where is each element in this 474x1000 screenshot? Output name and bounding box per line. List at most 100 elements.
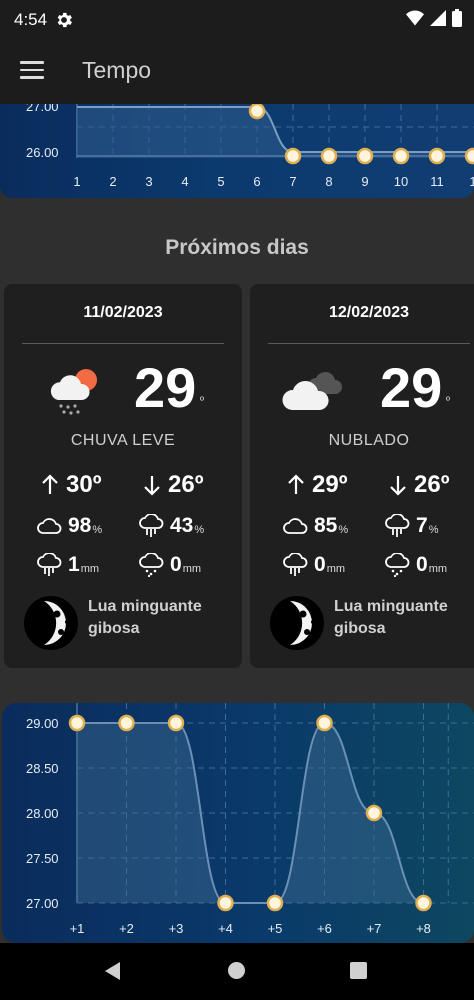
chart-point xyxy=(248,104,266,120)
x-tick-label: 1 xyxy=(73,174,80,189)
arrow-down-icon xyxy=(390,476,406,496)
signal-icon xyxy=(430,10,446,26)
x-tick-label: +5 xyxy=(268,921,283,936)
rain-chance: 7 % xyxy=(384,513,438,539)
status-bar: 4:54 xyxy=(0,0,474,40)
card-temperature: 29 xyxy=(380,356,443,419)
x-tick-label: 1 xyxy=(469,174,474,189)
moon-phase-label: Lua minguante gibosa xyxy=(88,598,202,637)
chart-point xyxy=(365,804,383,822)
card-temperature: 29 xyxy=(134,356,197,419)
system-navigation-bar xyxy=(0,943,474,1000)
day-card[interactable]: 11/02/2023 29 º CHUVA LEVE 30º 26º 98 % … xyxy=(4,284,242,668)
chart-point xyxy=(266,894,284,912)
menu-icon[interactable] xyxy=(20,61,44,81)
y-tick-label: 27.00 xyxy=(26,896,59,911)
recents-button[interactable] xyxy=(350,962,367,979)
humidity: 98 % xyxy=(36,513,102,539)
x-tick-label: 2 xyxy=(109,174,116,189)
arrow-up-icon xyxy=(42,474,58,494)
snow-volume: 0 mm xyxy=(138,552,201,578)
divider xyxy=(268,343,470,344)
rain-sun-icon xyxy=(50,369,97,415)
y-tick-label: 29.00 xyxy=(26,716,59,731)
rain-cloud-icon xyxy=(37,553,62,576)
chart-point xyxy=(415,894,432,912)
chart-point xyxy=(68,714,86,732)
card-condition: NUBLADO xyxy=(328,432,410,449)
x-tick-label: 11 xyxy=(430,174,444,189)
home-button[interactable] xyxy=(228,962,245,979)
rain-chance: 43 % xyxy=(138,513,204,539)
x-tick-label: +3 xyxy=(169,921,184,936)
humidity: 85 % xyxy=(282,513,348,539)
chart-point xyxy=(284,147,302,165)
min-temp: 26º xyxy=(388,471,449,498)
x-tick-label: +8 xyxy=(416,921,431,936)
rain-cloud-icon xyxy=(283,553,308,576)
y-tick-label: 27.50 xyxy=(26,851,59,866)
degree-symbol: º xyxy=(446,395,451,407)
app-title: Tempo xyxy=(82,57,152,83)
x-tick-label: +2 xyxy=(119,921,134,936)
chart-point xyxy=(316,714,333,732)
cloud-icon xyxy=(283,518,308,534)
x-tick-label: +1 xyxy=(70,921,85,936)
y-tick-label: 28.50 xyxy=(26,761,59,776)
max-temp: 30º xyxy=(40,471,101,498)
chart-point xyxy=(356,147,374,165)
x-tick-label: 3 xyxy=(145,174,152,189)
status-time: 4:54 xyxy=(14,10,48,29)
hourly-temperature-chart[interactable]: 27.00 26.00 1 2 3 4 5 6 7 8 9 10 11 1 xyxy=(0,104,474,198)
cloudy-icon xyxy=(282,371,342,410)
x-tick-label: +4 xyxy=(218,921,233,936)
chart-point xyxy=(428,147,446,165)
degree-symbol: º xyxy=(200,395,205,407)
max-temp: 29º xyxy=(286,471,347,498)
chart-point xyxy=(392,147,410,165)
cloud-icon xyxy=(37,518,62,534)
arrow-up-icon xyxy=(288,474,304,494)
card-date: 11/02/2023 xyxy=(83,304,163,321)
x-tick-label: +6 xyxy=(317,921,332,936)
card-condition: CHUVA LEVE xyxy=(70,432,176,449)
rain-volume: 1 mm xyxy=(36,552,99,578)
x-tick-label: 8 xyxy=(325,174,332,189)
section-title: Próximos dias xyxy=(165,236,309,259)
rain-cloud-icon xyxy=(139,514,164,537)
back-icon[interactable] xyxy=(104,961,122,981)
snow-cloud-icon xyxy=(385,553,410,577)
chart-point xyxy=(118,714,135,732)
y-tick-label: 26.00 xyxy=(26,145,59,160)
day-card[interactable]: 12/02/2023 29 º NUBLADO 29º 26º 85 % 7 %… xyxy=(250,284,474,668)
snow-cloud-icon xyxy=(139,553,164,577)
gear-icon xyxy=(57,12,72,28)
x-tick-label: 4 xyxy=(181,174,188,189)
arrow-down-icon xyxy=(144,476,160,496)
x-tick-label: 6 xyxy=(253,174,260,189)
wifi-icon xyxy=(406,10,424,26)
x-tick-label: 9 xyxy=(361,174,368,189)
y-tick-label: 28.00 xyxy=(26,806,59,821)
x-tick-label: 10 xyxy=(394,174,408,189)
chart-point xyxy=(167,714,185,732)
snow-volume: 0 mm xyxy=(384,552,447,578)
rain-cloud-icon xyxy=(385,514,410,537)
moon-phase-icon xyxy=(24,596,78,650)
daily-temperature-chart[interactable]: 29.00 28.50 28.00 27.50 27.00 +1 +2 +3 +4 +5 +6 +7… xyxy=(2,703,474,943)
min-temp: 26º xyxy=(142,471,203,498)
battery-icon xyxy=(452,9,462,27)
divider xyxy=(22,343,224,344)
x-tick-label: +7 xyxy=(367,921,382,936)
chart-point xyxy=(320,147,338,165)
moon-phase-label: Lua minguante gibosa xyxy=(334,598,448,637)
chart-point xyxy=(217,894,234,912)
x-tick-label: 5 xyxy=(217,174,224,189)
app-bar: Tempo xyxy=(0,40,474,104)
rain-volume: 0 mm xyxy=(282,552,345,578)
x-tick-label: 7 xyxy=(289,174,296,189)
moon-phase-icon xyxy=(270,596,324,650)
card-date: 12/02/2023 xyxy=(328,304,410,321)
chart-point xyxy=(464,147,474,165)
y-tick-label: 27.00 xyxy=(26,104,59,114)
